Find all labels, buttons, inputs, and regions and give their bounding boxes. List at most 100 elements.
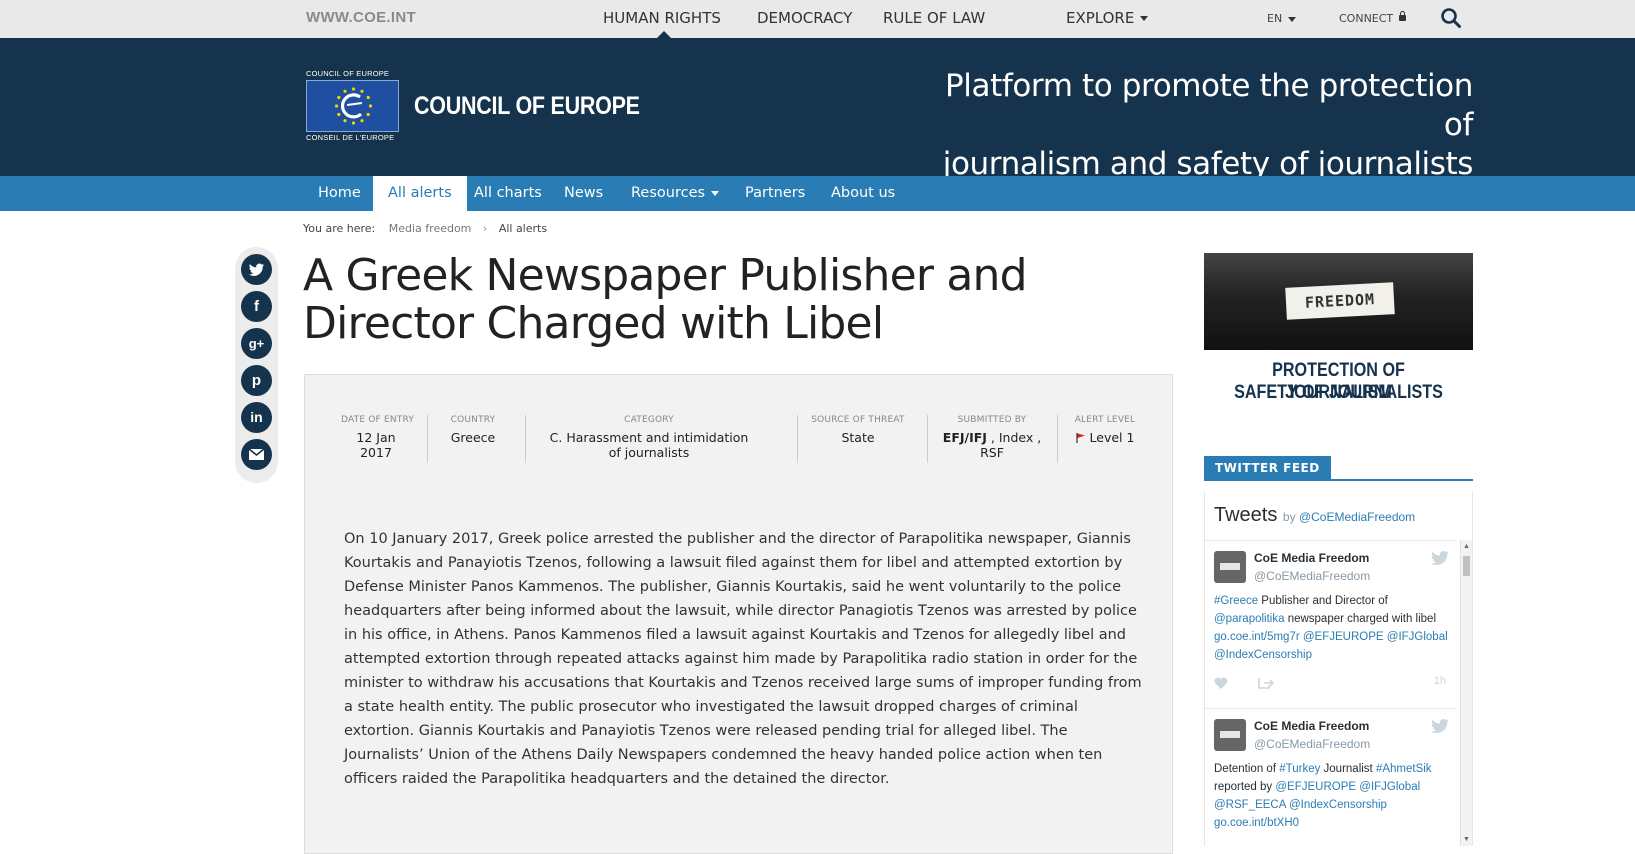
freedom-tape-image: FREEDOM [1204, 253, 1473, 350]
avatar[interactable] [1214, 719, 1246, 751]
avatar[interactable] [1214, 551, 1246, 583]
scrollbar-thumb[interactable] [1463, 556, 1470, 576]
active-section-indicator [657, 31, 671, 38]
nav-about-us[interactable]: About us [816, 176, 910, 211]
meta-country: COUNTRY Greece [443, 415, 503, 445]
country-value: Greece [450, 430, 496, 445]
topnav-democracy[interactable]: DEMOCRACY [757, 9, 852, 27]
country-label: COUNTRY [450, 415, 496, 425]
tweet-mention[interactable]: @IndexCensorship [1289, 799, 1387, 811]
nav-home[interactable]: Home [303, 176, 376, 211]
divider [927, 415, 928, 463]
alert-details-panel: DATE OF ENTRY 12 Jan 2017 COUNTRY Greece… [304, 374, 1173, 854]
breadcrumb-all-alerts[interactable]: All alerts [499, 222, 547, 235]
coe-emblem-icon [306, 80, 399, 132]
twitter-feed-rule [1204, 479, 1473, 481]
tweet-item[interactable]: CoE Media Freedom @CoEMediaFreedom #Gree… [1205, 540, 1457, 708]
tweet-hashtag[interactable]: #Turkey [1279, 763, 1320, 775]
category-value: C. Harassment and intimidation of journa… [549, 430, 749, 460]
share-tweet-icon[interactable] [1258, 676, 1274, 690]
tweet-link[interactable]: go.coe.int/btXH0 [1214, 817, 1299, 829]
nav-news[interactable]: News [549, 176, 618, 211]
language-selector[interactable]: EN [1267, 12, 1297, 25]
date-value: 12 Jan 2017 [356, 430, 396, 460]
facebook-icon[interactable]: f [241, 291, 272, 322]
promo-line2: SAFETY OF JOURNALISTS [1234, 382, 1443, 403]
meta-date: DATE OF ENTRY 12 Jan 2017 [341, 415, 414, 460]
explore-label: EXPLORE [1066, 9, 1135, 27]
tweet-link[interactable]: go.coe.int/5mg7r [1214, 631, 1300, 643]
chevron-down-icon [1288, 16, 1297, 22]
nav-all-alerts[interactable]: All alerts [373, 176, 467, 211]
divider [427, 415, 428, 463]
twitter-bird-icon[interactable] [1431, 551, 1449, 565]
tweet-mention[interactable]: @RSF_EECA [1214, 799, 1286, 811]
chevron-right-icon: › [482, 222, 488, 235]
tweet-mention[interactable]: @IFJGlobal [1359, 781, 1420, 793]
tweets-by: by [1282, 510, 1296, 524]
tweet-author-name[interactable]: CoE Media Freedom [1254, 719, 1369, 733]
coe-site-link[interactable]: WWW.COE.INT [306, 9, 416, 26]
topnav-explore[interactable]: EXPLORE [1066, 9, 1149, 27]
twitter-feed-tab: TWITTER FEED [1204, 456, 1331, 480]
platform-title: Platform to promote the protection of jo… [913, 67, 1474, 184]
twitter-scrollbar[interactable]: ▲ ▼ [1460, 540, 1472, 846]
linkedin-icon[interactable]: in [241, 402, 272, 433]
pinterest-icon[interactable]: p [241, 365, 272, 396]
breadcrumb-media-freedom[interactable]: Media freedom [389, 222, 472, 235]
alert-level-text: Level 1 [1089, 430, 1135, 445]
tweet-hashtag[interactable]: #AhmetSik [1376, 763, 1432, 775]
logo-bottom-text: CONSEIL DE L'EUROPE [306, 133, 395, 142]
scroll-down-icon[interactable]: ▼ [1463, 836, 1470, 843]
source-value: State [841, 430, 875, 445]
google-plus-icon[interactable]: g+ [241, 328, 272, 359]
meta-source-of-threat: SOURCE OF THREAT State [811, 415, 905, 445]
share-bar: f g+ p in [235, 247, 278, 483]
meta-submitted-by: SUBMITTED BY EFJ/IFJ , Index , RSF [937, 415, 1047, 460]
logo-top-text: COUNCIL OF EUROPE [306, 69, 390, 78]
tweet-actions: 1h [1214, 675, 1446, 691]
chevron-down-icon [711, 190, 720, 196]
heart-icon[interactable] [1214, 677, 1228, 689]
tweet-text: Detention of #Turkey Journalist #AhmetSi… [1214, 760, 1450, 832]
topnav-human-rights[interactable]: HUMAN RIGHTS [603, 9, 721, 27]
tweet-timestamp[interactable]: 1h [1434, 675, 1446, 687]
twitter-timeline: Tweets by @CoEMediaFreedom CoE Media Fre… [1204, 492, 1473, 846]
breadcrumb: You are here: Media freedom › All alerts [303, 222, 547, 235]
twitter-bird-icon[interactable] [1431, 719, 1449, 733]
twitter-icon[interactable] [241, 254, 272, 285]
tweet-mention[interactable]: @EFJEUROPE [1275, 781, 1356, 793]
protection-of-journalism-banner[interactable]: FREEDOM PROTECTION OF JOURNALISM SAFETY … [1204, 253, 1473, 407]
topnav-rule-of-law[interactable]: RULE OF LAW [883, 9, 985, 27]
submitted-main-partner[interactable]: EFJ/IFJ [943, 430, 987, 445]
submitted-label: SUBMITTED BY [957, 415, 1027, 425]
connect-link[interactable]: CONNECT [1339, 11, 1407, 25]
tweet-mention[interactable]: @parapolitika [1214, 613, 1285, 625]
alert-body-text: On 10 January 2017, Greek police arreste… [344, 531, 1142, 787]
source-label: SOURCE OF THREAT [811, 415, 905, 425]
tweet-text: #Greece Publisher and Director of @parap… [1214, 592, 1450, 664]
alert-level-value: Level 1 [1069, 430, 1141, 445]
tweet-author-handle[interactable]: @CoEMediaFreedom [1254, 737, 1370, 751]
tweet-item[interactable]: CoE Media Freedom @CoEMediaFreedom Deten… [1205, 708, 1457, 846]
meta-alert-level: ALERT LEVEL Level 1 [1069, 415, 1141, 445]
tweet-mention[interactable]: @IFJGlobal [1387, 631, 1448, 643]
nav-resources[interactable]: Resources [616, 176, 734, 211]
nav-all-charts[interactable]: All charts [459, 176, 557, 211]
promo-tape-text: FREEDOM [1285, 282, 1395, 320]
divider [1057, 415, 1058, 463]
submitted-other-partners[interactable]: , Index , RSF [980, 430, 1041, 460]
tweet-mention[interactable]: @IndexCensorship [1214, 649, 1312, 661]
tweet-author-handle[interactable]: @CoEMediaFreedom [1254, 569, 1370, 583]
tweet-text-part: newspaper charged with libel [1284, 613, 1437, 625]
tweets-heading-text: Tweets [1214, 504, 1278, 526]
tweets-by-handle[interactable]: @CoEMediaFreedom [1299, 510, 1415, 524]
nav-partners[interactable]: Partners [730, 176, 820, 211]
tweet-mention[interactable]: @EFJEUROPE [1303, 631, 1384, 643]
tweet-hashtag[interactable]: #Greece [1214, 595, 1258, 607]
email-icon[interactable] [241, 439, 272, 470]
tweet-author-name[interactable]: CoE Media Freedom [1254, 551, 1369, 565]
tweet-text-part: Detention of [1214, 763, 1280, 775]
scroll-up-icon[interactable]: ▲ [1463, 543, 1470, 550]
search-icon[interactable] [1440, 7, 1462, 29]
